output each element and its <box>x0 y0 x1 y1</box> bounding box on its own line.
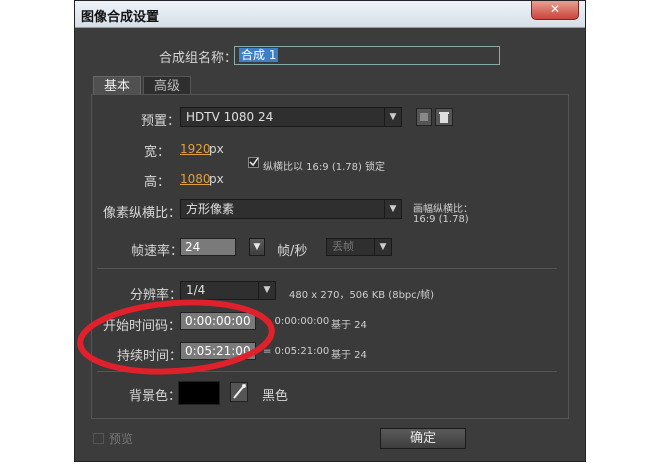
annotation-circle <box>77 299 275 375</box>
